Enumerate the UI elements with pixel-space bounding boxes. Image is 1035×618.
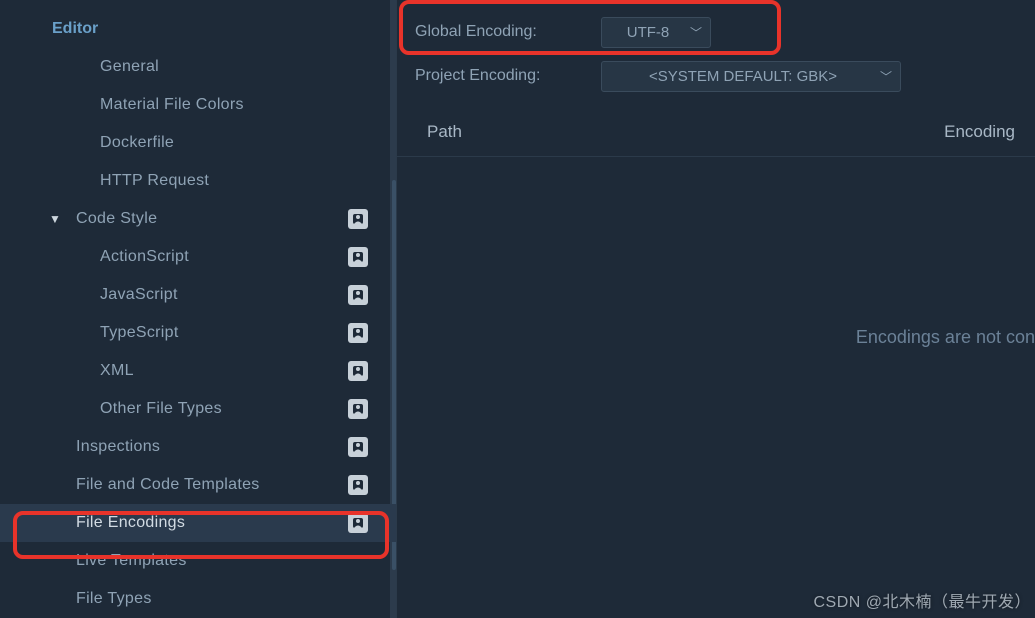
global-encoding-dropdown[interactable]: UTF-8 ﹀ <box>601 17 711 48</box>
project-badge-icon <box>348 437 368 457</box>
project-badge-icon <box>348 399 368 419</box>
sidebar-item-label: HTTP Request <box>100 172 386 190</box>
sidebar-item-actionscript[interactable]: ActionScript <box>0 238 396 276</box>
sidebar-item-label: Material File Colors <box>100 96 386 114</box>
sidebar-item-label: XML <box>100 362 348 380</box>
settings-sidebar: Editor General Material File Colors Dock… <box>0 0 396 618</box>
project-badge-icon <box>348 285 368 305</box>
project-badge-icon <box>348 247 368 267</box>
sidebar-item-label: General <box>100 58 386 76</box>
project-encoding-row: Project Encoding: <SYSTEM DEFAULT: GBK> … <box>397 54 1035 98</box>
sidebar-item-typescript[interactable]: TypeScript <box>0 314 396 352</box>
chevron-down-icon: ﹀ <box>880 68 892 85</box>
global-encoding-row: Global Encoding: UTF-8 ﹀ <box>397 10 1035 54</box>
sidebar-item-general[interactable]: General <box>0 48 396 86</box>
sidebar-item-label: Code Style <box>76 210 348 228</box>
project-badge-icon <box>348 361 368 381</box>
dropdown-value: <SYSTEM DEFAULT: GBK> <box>649 68 837 85</box>
sidebar-item-label: File Encodings <box>76 514 348 532</box>
project-badge-icon <box>348 475 368 495</box>
sidebar-item-dockerfile[interactable]: Dockerfile <box>0 124 396 162</box>
sidebar-item-label: File and Code Templates <box>76 476 348 494</box>
sidebar-item-other-file-types[interactable]: Other File Types <box>0 390 396 428</box>
dropdown-value: UTF-8 <box>627 24 670 41</box>
project-badge-icon <box>348 209 368 229</box>
column-encoding[interactable]: Encoding <box>921 122 1017 142</box>
sidebar-item-label: Other File Types <box>100 400 348 418</box>
sidebar-item-file-types[interactable]: File Types <box>0 580 396 618</box>
sidebar-section-editor[interactable]: Editor <box>0 14 396 48</box>
sidebar-item-live-templates[interactable]: Live Templates <box>0 542 396 580</box>
project-encoding-dropdown[interactable]: <SYSTEM DEFAULT: GBK> ﹀ <box>601 61 901 92</box>
caret-down-icon: ▼ <box>48 212 62 226</box>
sidebar-item-file-code-templates[interactable]: File and Code Templates <box>0 466 396 504</box>
sidebar-item-xml[interactable]: XML <box>0 352 396 390</box>
sidebar-item-label: Inspections <box>76 438 348 456</box>
chevron-down-icon: ﹀ <box>690 24 702 41</box>
empty-state-text: Encodings are not con <box>397 327 1035 348</box>
sidebar-item-material-file-colors[interactable]: Material File Colors <box>0 86 396 124</box>
watermark-text: CSDN @北木楠（最牛开发） <box>813 588 1031 612</box>
sidebar-item-label: Dockerfile <box>100 134 386 152</box>
column-path[interactable]: Path <box>427 122 921 142</box>
sidebar-item-code-style[interactable]: ▼ Code Style <box>0 200 396 238</box>
encodings-table-header: Path Encoding <box>397 98 1035 157</box>
sidebar-item-javascript[interactable]: JavaScript <box>0 276 396 314</box>
project-encoding-label: Project Encoding: <box>415 67 601 85</box>
sidebar-item-label: TypeScript <box>100 324 348 342</box>
sidebar-item-label: Live Templates <box>76 552 386 570</box>
sidebar-item-file-encodings[interactable]: File Encodings <box>0 504 396 542</box>
sidebar-item-inspections[interactable]: Inspections <box>0 428 396 466</box>
sidebar-item-label: ActionScript <box>100 248 348 266</box>
global-encoding-label: Global Encoding: <box>415 23 601 41</box>
project-badge-icon <box>348 513 368 533</box>
project-badge-icon <box>348 323 368 343</box>
sidebar-item-label: File Types <box>76 590 386 608</box>
sidebar-item-label: JavaScript <box>100 286 348 304</box>
sidebar-item-http-request[interactable]: HTTP Request <box>0 162 396 200</box>
settings-panel: Global Encoding: UTF-8 ﹀ Project Encodin… <box>396 0 1035 618</box>
